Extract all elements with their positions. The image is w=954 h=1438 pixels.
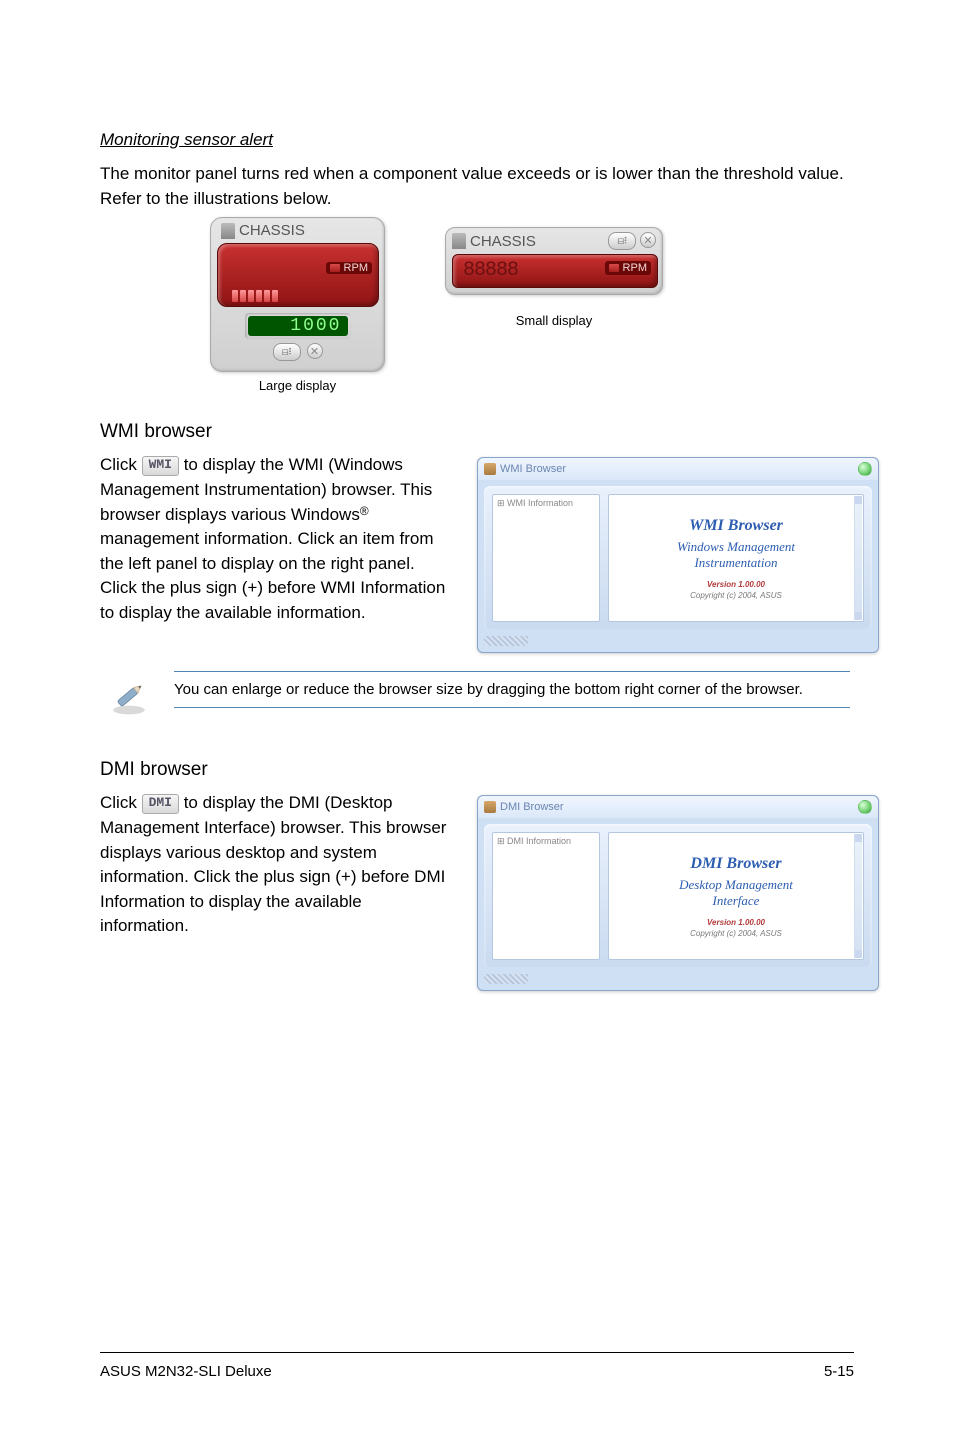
- rpm-label-small: RPM: [623, 262, 647, 274]
- dmi-heading: DMI browser: [100, 759, 854, 781]
- small-display-caption: Small display: [445, 313, 663, 328]
- dmi-content-pane: DMI Browser Desktop Management Interface…: [608, 832, 864, 960]
- note-text: You can enlarge or reduce the browser si…: [174, 671, 850, 708]
- footer-right: 5-15: [824, 1363, 854, 1380]
- registered-mark: ®: [360, 504, 369, 518]
- dmi-pane-version: Version 1.00.00: [707, 918, 765, 927]
- wmi-pane-sub1: Windows Management: [677, 539, 795, 555]
- scroll-down-icon[interactable]: [855, 950, 862, 958]
- dmi-browser-window: DMI Browser ⊞ DMI Information DMI Browse…: [477, 795, 879, 991]
- close-dot-icon[interactable]: [858, 462, 872, 476]
- dmi-text-2: to display the DMI (Desktop Management I…: [100, 793, 446, 935]
- footer-left: ASUS M2N32-SLI Deluxe: [100, 1363, 272, 1380]
- monitor-pill-icon: ⊟፧: [273, 343, 301, 361]
- dmi-body: Click DMI to display the DMI (Desktop Ma…: [100, 791, 455, 939]
- dmi-button[interactable]: DMI: [142, 794, 179, 814]
- large-display-caption: Large display: [210, 378, 385, 393]
- rpm-bar-small: 88888 RPM: [452, 254, 658, 288]
- window-icon: [484, 463, 496, 475]
- wmi-button[interactable]: WMI: [142, 456, 179, 476]
- wmi-tree-root[interactable]: WMI Information: [507, 498, 573, 508]
- wmi-pane-version: Version 1.00.00: [707, 580, 765, 589]
- wmi-text-3: management information. Click an item fr…: [100, 529, 445, 622]
- dmi-text-1: Click: [100, 793, 142, 812]
- wmi-text-1: Click: [100, 455, 142, 474]
- wmi-body: Click WMI to display the WMI (Windows Ma…: [100, 453, 455, 625]
- close-dot-icon[interactable]: [858, 800, 872, 814]
- scrollbar[interactable]: [854, 496, 862, 620]
- rpm-digits-small: 88888: [463, 259, 518, 282]
- dmi-pane-sub2: Interface: [679, 893, 793, 909]
- resize-grip-icon[interactable]: [484, 974, 528, 984]
- chassis-icon: [221, 223, 235, 239]
- wmi-pane-title: WMI Browser: [689, 517, 783, 535]
- rpm-cube-icon: [609, 264, 619, 272]
- rpm-cube-icon: [330, 264, 340, 272]
- dmi-tree-pane[interactable]: ⊞ DMI Information: [492, 832, 600, 960]
- dmi-pane-title: DMI Browser: [690, 855, 781, 873]
- resize-grip-icon[interactable]: [484, 636, 528, 646]
- monitoring-alert-body: The monitor panel turns red when a compo…: [100, 162, 854, 211]
- wmi-content-pane: WMI Browser Windows Management Instrumen…: [608, 494, 864, 622]
- lcd-readout-value: 1000: [248, 316, 348, 336]
- dmi-window-title: DMI Browser: [500, 801, 564, 813]
- chassis-label-small: CHASSIS: [470, 233, 536, 250]
- wmi-pane-sub2: Instrumentation: [677, 555, 795, 571]
- dmi-tree-root[interactable]: DMI Information: [507, 836, 571, 846]
- wmi-pane-copyright: Copyright (c) 2004, ASUS: [690, 591, 782, 600]
- chassis-icon: [452, 233, 466, 249]
- scroll-down-icon[interactable]: [855, 612, 862, 620]
- monitor-pill-icon: ⊟፧: [608, 232, 636, 250]
- dmi-pane-sub1: Desktop Management: [679, 877, 793, 893]
- window-icon: [484, 801, 496, 813]
- scroll-up-icon[interactable]: [855, 834, 862, 842]
- rpm-label-large: RPM: [344, 262, 368, 274]
- dmi-pane-copyright: Copyright (c) 2004, ASUS: [690, 929, 782, 938]
- monitoring-alert-heading: Monitoring sensor alert: [100, 130, 854, 150]
- scrollbar[interactable]: [854, 834, 862, 958]
- close-circle-icon: ✕: [307, 343, 323, 359]
- pencil-icon: [108, 675, 150, 717]
- chassis-label-large: CHASSIS: [239, 222, 305, 239]
- close-circle-icon: ✕: [640, 232, 656, 248]
- rpm-gauge-large: RPM: [217, 243, 379, 307]
- page-footer: ASUS M2N32-SLI Deluxe 5-15: [100, 1352, 854, 1380]
- scroll-up-icon[interactable]: [855, 496, 862, 504]
- wmi-tree-pane[interactable]: ⊞ WMI Information: [492, 494, 600, 622]
- small-chassis-panel: CHASSIS ⊟፧ ✕ 88888 RPM: [445, 227, 663, 295]
- wmi-browser-window: WMI Browser ⊞ WMI Information WMI Browse…: [477, 457, 879, 653]
- lcd-readout-container: 1000: [245, 313, 351, 339]
- wmi-heading: WMI browser: [100, 421, 854, 443]
- display-figures-row: CHASSIS RPM 1000 ⊟፧ ✕: [100, 217, 854, 393]
- large-chassis-panel: CHASSIS RPM 1000 ⊟፧ ✕: [210, 217, 385, 372]
- wmi-window-title: WMI Browser: [500, 463, 566, 475]
